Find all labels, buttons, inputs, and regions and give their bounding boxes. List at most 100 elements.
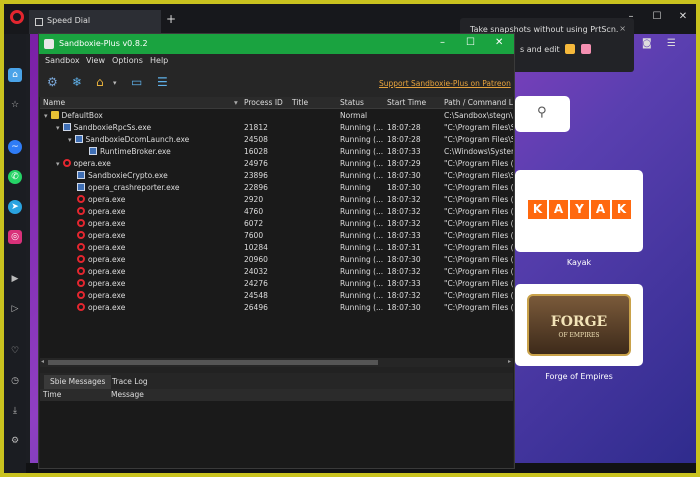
table-row[interactable]: opera.exe 2920 Running (... 18:07:32 "C:\Pro… xyxy=(40,194,513,206)
column-process-id[interactable]: Process ID xyxy=(244,98,283,107)
notification-close-button[interactable]: × xyxy=(619,24,626,33)
process-name: SandboxieRpcSs.exe xyxy=(73,123,152,132)
column-message[interactable]: Message xyxy=(111,390,144,399)
support-patreon-link[interactable]: Support Sandboxie-Plus on Patreon xyxy=(379,79,511,88)
process-path: "C:\Program Files (x xyxy=(444,159,513,168)
messenger-icon[interactable]: ~ xyxy=(8,140,22,154)
table-row[interactable]: opera.exe 24032 Running (... 18:07:32 "C:\Pr… xyxy=(40,266,513,278)
settings-icon[interactable]: ⚙ xyxy=(8,434,22,448)
menu-options[interactable]: Options xyxy=(112,56,143,65)
process-start-time: 18:07:33 xyxy=(387,231,421,240)
process-path: "C:\Program Files\S xyxy=(444,123,513,132)
process-path: "C:\Program Files (x xyxy=(444,243,513,252)
chevron-down-icon[interactable]: ▾ xyxy=(113,79,117,87)
whatsapp-icon[interactable]: ✆ xyxy=(8,170,22,184)
maximize-button[interactable]: ☐ xyxy=(466,37,475,48)
scroll-right-icon[interactable]: ▸ xyxy=(508,358,511,365)
table-row[interactable]: opera.exe 26496 Running (... 18:07:30 "C:\Pr… xyxy=(40,302,513,314)
process-start-time: 18:07:31 xyxy=(387,243,421,252)
process-name: opera.exe xyxy=(88,291,126,300)
menu-view[interactable]: View xyxy=(86,56,105,65)
expand-caret-icon[interactable]: ▾ xyxy=(56,124,60,132)
emoji-icon xyxy=(580,44,591,54)
table-row[interactable]: opera.exe 4760 Running (... 18:07:32 "C:\Pro… xyxy=(40,206,513,218)
download-icon[interactable]: ⤓ xyxy=(8,404,22,418)
expand-caret-icon[interactable]: ▾ xyxy=(56,160,60,168)
window-finder-icon[interactable]: ▭ xyxy=(131,75,142,89)
opera-logo-icon[interactable] xyxy=(10,10,24,24)
tab-trace-log[interactable]: Trace Log xyxy=(106,375,154,389)
process-start-time: 18:07:30 xyxy=(387,171,421,180)
menu-sandbox[interactable]: Sandbox xyxy=(45,56,80,65)
column-status[interactable]: Status xyxy=(340,98,364,107)
home-icon[interactable]: ⌂ xyxy=(8,68,22,82)
scrollbar-thumb[interactable] xyxy=(48,360,378,365)
opera-icon xyxy=(77,303,85,311)
table-row[interactable]: SandboxieCrypto.exe 23896 Running (... 18:0… xyxy=(40,170,513,182)
tab-sbie-messages[interactable]: Sbie Messages xyxy=(44,375,112,389)
process-id: 24548 xyxy=(244,291,268,300)
column-name[interactable]: Name xyxy=(43,98,65,107)
easy-setup-icon[interactable]: ☰ xyxy=(667,38,676,49)
settings-gear-icon[interactable]: ⚙ xyxy=(47,75,58,89)
menu-help[interactable]: Help xyxy=(150,56,168,65)
star-icon[interactable]: ☆ xyxy=(8,98,22,112)
telegram-icon[interactable]: ➤ xyxy=(8,200,22,214)
exe-icon xyxy=(74,135,83,143)
table-row[interactable]: opera.exe 6072 Running (... 18:07:32 "C:\Pro… xyxy=(40,218,513,230)
process-path: "C:\Program Files (x xyxy=(444,231,513,240)
process-id: 2920 xyxy=(244,195,264,204)
table-row[interactable]: ▾ opera.exe 24976 Running (... 18:07:29 "C:\P… xyxy=(40,158,513,170)
process-status: Running (... xyxy=(340,159,384,168)
expand-caret-icon[interactable]: ▾ xyxy=(68,136,72,144)
search-tile[interactable]: ⚲ xyxy=(515,96,570,132)
table-row[interactable]: ▾ SandboxieDcomLaunch.exe 24508 Running (..… xyxy=(40,134,513,146)
search-icon: ⚲ xyxy=(537,105,547,120)
snowflake-icon[interactable]: ❄ xyxy=(72,75,82,89)
close-button[interactable]: ✕ xyxy=(495,37,503,48)
horizontal-scrollbar[interactable]: ◂ ▸ xyxy=(40,358,513,367)
column-title[interactable]: Title xyxy=(292,98,308,107)
new-tab-button[interactable]: + xyxy=(166,12,176,26)
history-icon[interactable]: ◷ xyxy=(8,374,22,388)
table-row[interactable]: opera.exe 10284 Running (... 18:07:31 "C:\Pr… xyxy=(40,242,513,254)
tab-speed-dial[interactable]: Speed Dial xyxy=(29,10,161,34)
broom-icon[interactable]: ⌂ xyxy=(96,75,104,89)
speed-dial-tile-kayak[interactable]: K A Y A K xyxy=(515,170,643,252)
opera-icon xyxy=(62,159,71,167)
speed-dial-tile-forge[interactable]: FORGE OF EMPIRES xyxy=(515,284,643,366)
sandboxie-titlebar[interactable]: Sandboxie-Plus v0.8.2 – ☐ ✕ xyxy=(39,34,514,54)
process-start-time: 18:07:33 xyxy=(387,279,421,288)
minimize-button[interactable]: – xyxy=(440,37,445,48)
column-start-time[interactable]: Start Time xyxy=(387,98,426,107)
opera-icon xyxy=(77,231,85,239)
process-name: opera.exe xyxy=(88,219,126,228)
process-name-cell: opera.exe xyxy=(68,195,234,204)
process-name-cell: ▾ opera.exe xyxy=(56,159,234,168)
expand-caret-icon[interactable]: ▾ xyxy=(44,112,48,120)
player-icon[interactable]: ▶ xyxy=(8,272,22,286)
table-row[interactable]: ▾ DefaultBox Normal C:\Sandbox\stegn\ xyxy=(40,110,513,122)
instagram-icon[interactable]: ◎ xyxy=(8,230,22,244)
table-row[interactable]: opera.exe 24548 Running (... 18:07:32 "C:\Pr… xyxy=(40,290,513,302)
table-row[interactable]: ▾ SandboxieRpcSs.exe 21812 Running (... 18:0… xyxy=(40,122,513,134)
list-view-icon[interactable]: ☰ xyxy=(157,75,168,89)
opera-icon xyxy=(77,255,85,263)
column-path[interactable]: Path / Command Li xyxy=(444,98,513,107)
table-row[interactable]: RuntimeBroker.exe 16028 Running (... 18:07:… xyxy=(40,146,513,158)
process-start-time: 18:07:30 xyxy=(387,303,421,312)
camera-icon[interactable]: ◙ xyxy=(642,38,652,49)
process-start-time: 18:07:30 xyxy=(387,255,421,264)
column-time[interactable]: Time xyxy=(43,390,61,399)
heart-icon[interactable]: ♡ xyxy=(8,344,22,358)
process-name-cell: opera.exe xyxy=(68,219,234,228)
table-row[interactable]: opera_crashreporter.exe 22896 Running 18:07… xyxy=(40,182,513,194)
table-row[interactable]: opera.exe 20960 Running (... 18:07:30 "C:\Pr… xyxy=(40,254,513,266)
maximize-button[interactable]: ☐ xyxy=(644,4,670,32)
close-button[interactable]: ✕ xyxy=(670,4,696,32)
send-icon[interactable]: ▷ xyxy=(8,302,22,316)
process-id: 24508 xyxy=(244,135,268,144)
table-row[interactable]: opera.exe 24276 Running (... 18:07:33 "C:\Pr… xyxy=(40,278,513,290)
table-row[interactable]: opera.exe 7600 Running (... 18:07:33 "C:\Pro… xyxy=(40,230,513,242)
scroll-left-icon[interactable]: ◂ xyxy=(41,358,44,365)
